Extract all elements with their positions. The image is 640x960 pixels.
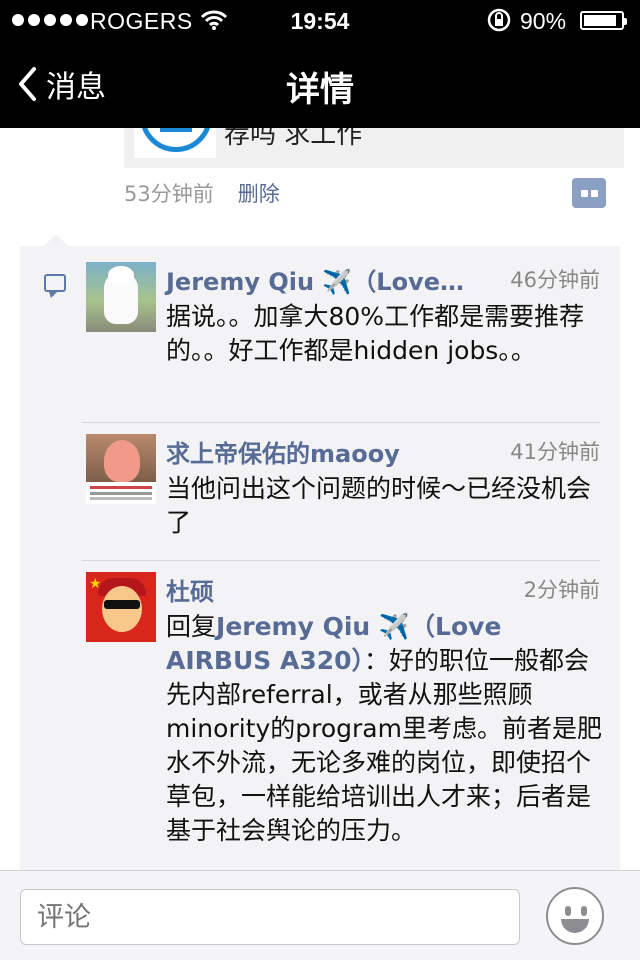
comment-author[interactable]: Jeremy Qiu ✈️（Love… — [166, 262, 464, 297]
comment-text: 回复Jeremy Qiu ✈️（Love AIRBUS A320）：好的职位一般… — [166, 610, 606, 848]
comments-section: Jeremy Qiu ✈️（Love… 46分钟前 据说。。加拿大80%工作都是… — [20, 246, 620, 870]
comment-input-bar — [0, 870, 640, 960]
comment-input[interactable] — [20, 889, 520, 945]
avatar[interactable] — [86, 262, 156, 332]
comment-author[interactable]: 求上帝保佑的maooy — [166, 434, 400, 469]
comment-text: 据说。。加拿大80%工作都是需要推荐的。。好工作都是hidden jobs。。 — [166, 302, 585, 365]
rotation-lock-icon — [487, 8, 511, 32]
reply-body: ：好的职位一般都会先内部referral，或者从那些照顾minority的pro… — [166, 646, 602, 845]
post-time: 53分钟前 — [124, 182, 214, 206]
comment-item[interactable]: 求上帝保佑的maooy 41分钟前 当他问出这个问题的时候～已经没机会了 — [86, 434, 620, 554]
divider — [82, 560, 600, 561]
comment-time: 2分钟前 — [523, 578, 600, 602]
comment-time: 46分钟前 — [510, 268, 600, 292]
comment-author[interactable]: 杜硕 — [166, 572, 214, 607]
avatar[interactable] — [86, 434, 156, 504]
battery-icon — [580, 11, 627, 30]
divider — [82, 422, 600, 423]
comments-notch — [44, 234, 68, 246]
page-title: 详情 — [286, 70, 354, 110]
emoji-icon[interactable] — [546, 887, 604, 945]
comment-action-button[interactable] — [572, 178, 606, 208]
comment-item[interactable]: ★ 杜硕 2分钟前 回复Jeremy Qiu ✈️（Love AIRBUS A3… — [86, 572, 620, 862]
comment-text: 当他问出这个问题的时候～已经没机会了 — [166, 474, 592, 537]
top-bar: ROGERS 19:54 90% 消息 详情 — [0, 0, 640, 128]
status-bar: ROGERS 19:54 90% — [0, 0, 640, 40]
comment-icon — [44, 274, 66, 298]
battery-percentage: 90% — [520, 8, 567, 34]
delete-link[interactable]: 删除 — [238, 178, 280, 208]
reply-prefix: 回复 — [166, 612, 217, 641]
post-meta: 53分钟前 删除 — [124, 178, 280, 208]
avatar[interactable]: ★ — [86, 572, 156, 642]
comment-time: 41分钟前 — [510, 440, 600, 464]
navigation-bar: 消息 详情 — [0, 40, 640, 128]
comment-item[interactable]: Jeremy Qiu ✈️（Love… 46分钟前 据说。。加拿大80%工作都是… — [86, 262, 620, 412]
